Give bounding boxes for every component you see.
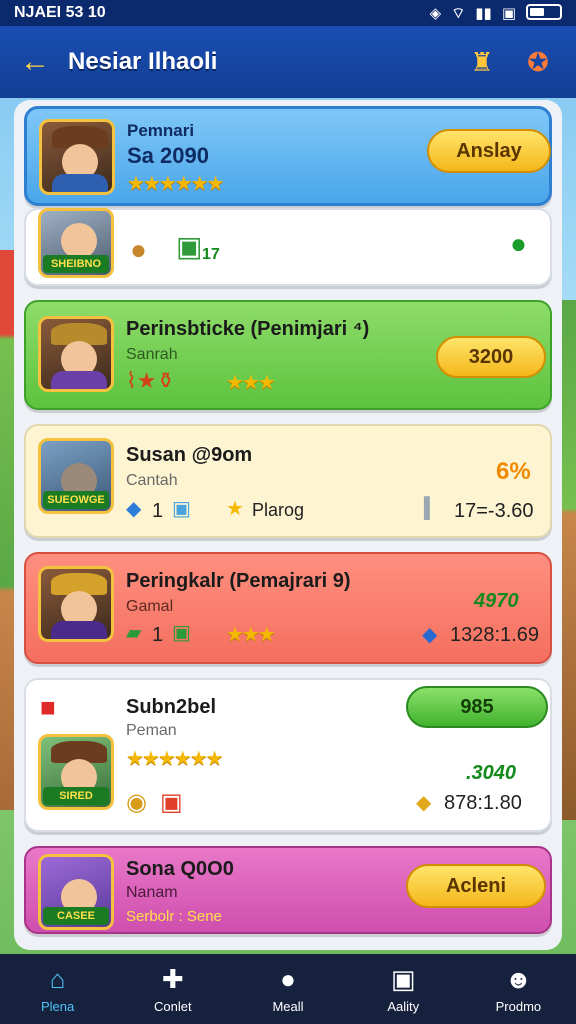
star-rating: ★★★ [226, 624, 276, 646]
drop-icon: ▍ [424, 498, 440, 520]
avatar: SIRED [38, 734, 114, 810]
avatar: SUEOWGE [38, 438, 114, 514]
avatar-tag: CASEE [43, 907, 109, 925]
nav-item-puzzle[interactable]: ✚ Conlet [115, 954, 230, 1024]
player-score: Sa 2090 [127, 143, 209, 168]
status-time: NJAEI 53 10 [14, 4, 106, 21]
ticket-icon: ▰ [126, 622, 142, 644]
player-card-2[interactable]: SHEIBNO ● ▣ 17 ● [24, 208, 552, 286]
player-card-3[interactable]: Perinsbticke (Penimjari ⁴) Sanrah ⌇★⚱ ★★… [24, 300, 552, 410]
chest-icon: ▣ [172, 498, 191, 520]
stat-value: 1 [152, 500, 164, 522]
chest-icon: ▣ [390, 964, 416, 994]
coin-bag-icon: ● [130, 234, 147, 265]
gem-icon: ◆ [126, 498, 142, 520]
status-bar: NJAEI 53 10 ◈ ⌔ ▮▮ ▣ [0, 0, 576, 26]
player-card-5[interactable]: Peringkalr (Pemajrari 9) Gamal ▰ 1 ▣ ★★★… [24, 552, 552, 664]
nav-item-chest[interactable]: ▣ Aality [346, 954, 461, 1024]
player-subtitle: Sanrah [126, 346, 178, 363]
vibrate-icon: ▣ [501, 4, 516, 22]
nav-item-home[interactable]: ⌂ Plena [0, 954, 115, 1024]
star-rating: ★★★★★★ [126, 748, 224, 770]
medal-icon[interactable]: ✪ [520, 44, 556, 80]
action-label: Plarog [252, 500, 305, 520]
card-value: 17 [202, 246, 220, 263]
ratio-value: 1328:1.69 [450, 624, 539, 646]
nav-item-profile[interactable]: ☻ Prodmo [461, 954, 576, 1024]
player-subtitle: Cantah [126, 472, 178, 489]
player-subtitle: Nanam [126, 884, 178, 901]
drop-icon: ◆ [422, 624, 438, 646]
player-name: Perinsbticke (Penimjari ⁴) [126, 318, 370, 340]
player-name: Susan @9om [126, 444, 253, 466]
player-name: Pemnari [127, 121, 195, 140]
trophy-icon: ● [280, 964, 296, 994]
home-icon: ⌂ [49, 964, 66, 994]
avatar [39, 119, 115, 195]
avatar [38, 316, 114, 392]
coin-icon: ◉ [126, 789, 147, 816]
page-title: Nesiar Ilhaoli [68, 48, 218, 75]
status-check-icon: ● [510, 228, 527, 259]
star-rating: ★★★ [226, 372, 276, 394]
avatar-tag: SIRED [43, 787, 109, 805]
player-card-1[interactable]: Pemnari Sa 2090 ★★★★★★ Anslay [24, 106, 552, 206]
player-name: Subn2bel [126, 696, 217, 718]
battery-icon [526, 3, 562, 20]
star-icon: ★ [226, 498, 244, 520]
wifi-icon: ⌔ [451, 4, 466, 22]
ratio-value: 878:1.80 [444, 792, 522, 814]
crate-icon: ▣ [172, 622, 191, 644]
signal-icon: ▮▮ [475, 4, 492, 22]
drop-icon: ◆ [416, 792, 432, 814]
reward-pill[interactable]: 985 [406, 686, 548, 728]
reward-value: 985 [460, 695, 494, 718]
crate-icon: ▣ [176, 231, 203, 262]
card-detail: Serbolr : Sene [126, 908, 222, 925]
player-card-4[interactable]: SUEOWGE Susan @9om Cantah ◆ 1 ▣ ★ Plarog… [24, 424, 552, 538]
player-card-7[interactable]: CASEE Sona Q0O0 Nanam Serbolr : Sene Acl… [24, 846, 552, 934]
ratio-value: 17=-3.60 [454, 500, 534, 522]
score-value: 4970 [474, 590, 519, 612]
reward-value: 3200 [468, 345, 514, 368]
header: ← Nesiar Ilhaoli ♜ ✪ [0, 26, 576, 98]
trophy-icon[interactable]: ♜ [464, 44, 500, 80]
leaderboard-list[interactable]: Pemnari Sa 2090 ★★★★★★ Anslay SHEIBNO ● … [14, 100, 562, 950]
player-name: Sona Q0O0 [126, 858, 234, 880]
nav-item-trophy[interactable]: ● Meall [230, 954, 345, 1024]
back-button[interactable]: ← [20, 45, 50, 79]
percent-value: 6% [496, 458, 531, 485]
anslay-button[interactable]: Anslay [427, 129, 551, 173]
reward-pill[interactable]: 3200 [436, 336, 546, 378]
status-icons: ◈ ⌔ ▮▮ ▣ [429, 3, 562, 23]
avatar: SHEIBNO [38, 208, 114, 278]
item-icons: ⌇★⚱ [126, 368, 175, 393]
location-icon: ◈ [429, 4, 442, 22]
puzzle-icon: ✚ [161, 964, 184, 994]
player-subtitle: Peman [126, 722, 177, 739]
profile-icon: ☻ [504, 964, 533, 994]
score-value: .3040 [466, 762, 517, 784]
avatar: CASEE [38, 854, 114, 930]
player-name: Peringkalr (Pemajrari 9) [126, 570, 351, 592]
avatar-tag: SHEIBNO [43, 255, 109, 273]
flag-icon: ■ [40, 692, 56, 722]
player-subtitle: Gamal [126, 598, 174, 615]
player-card-6[interactable]: ■ SIRED Subn2bel Peman ★★★★★★ ◉ ▣ 985 .3… [24, 678, 552, 832]
avatar-tag: SUEOWGE [43, 491, 109, 509]
bag-icon: ▣ [160, 789, 183, 816]
bottom-nav: ⌂ Plena ✚ Conlet ● Meall ▣ Aality ☻ Prod… [0, 954, 576, 1024]
acleni-button[interactable]: Acleni [406, 864, 546, 908]
star-rating: ★★★★★★ [127, 173, 225, 195]
avatar [38, 566, 114, 642]
stat-value: 1 [152, 624, 164, 646]
